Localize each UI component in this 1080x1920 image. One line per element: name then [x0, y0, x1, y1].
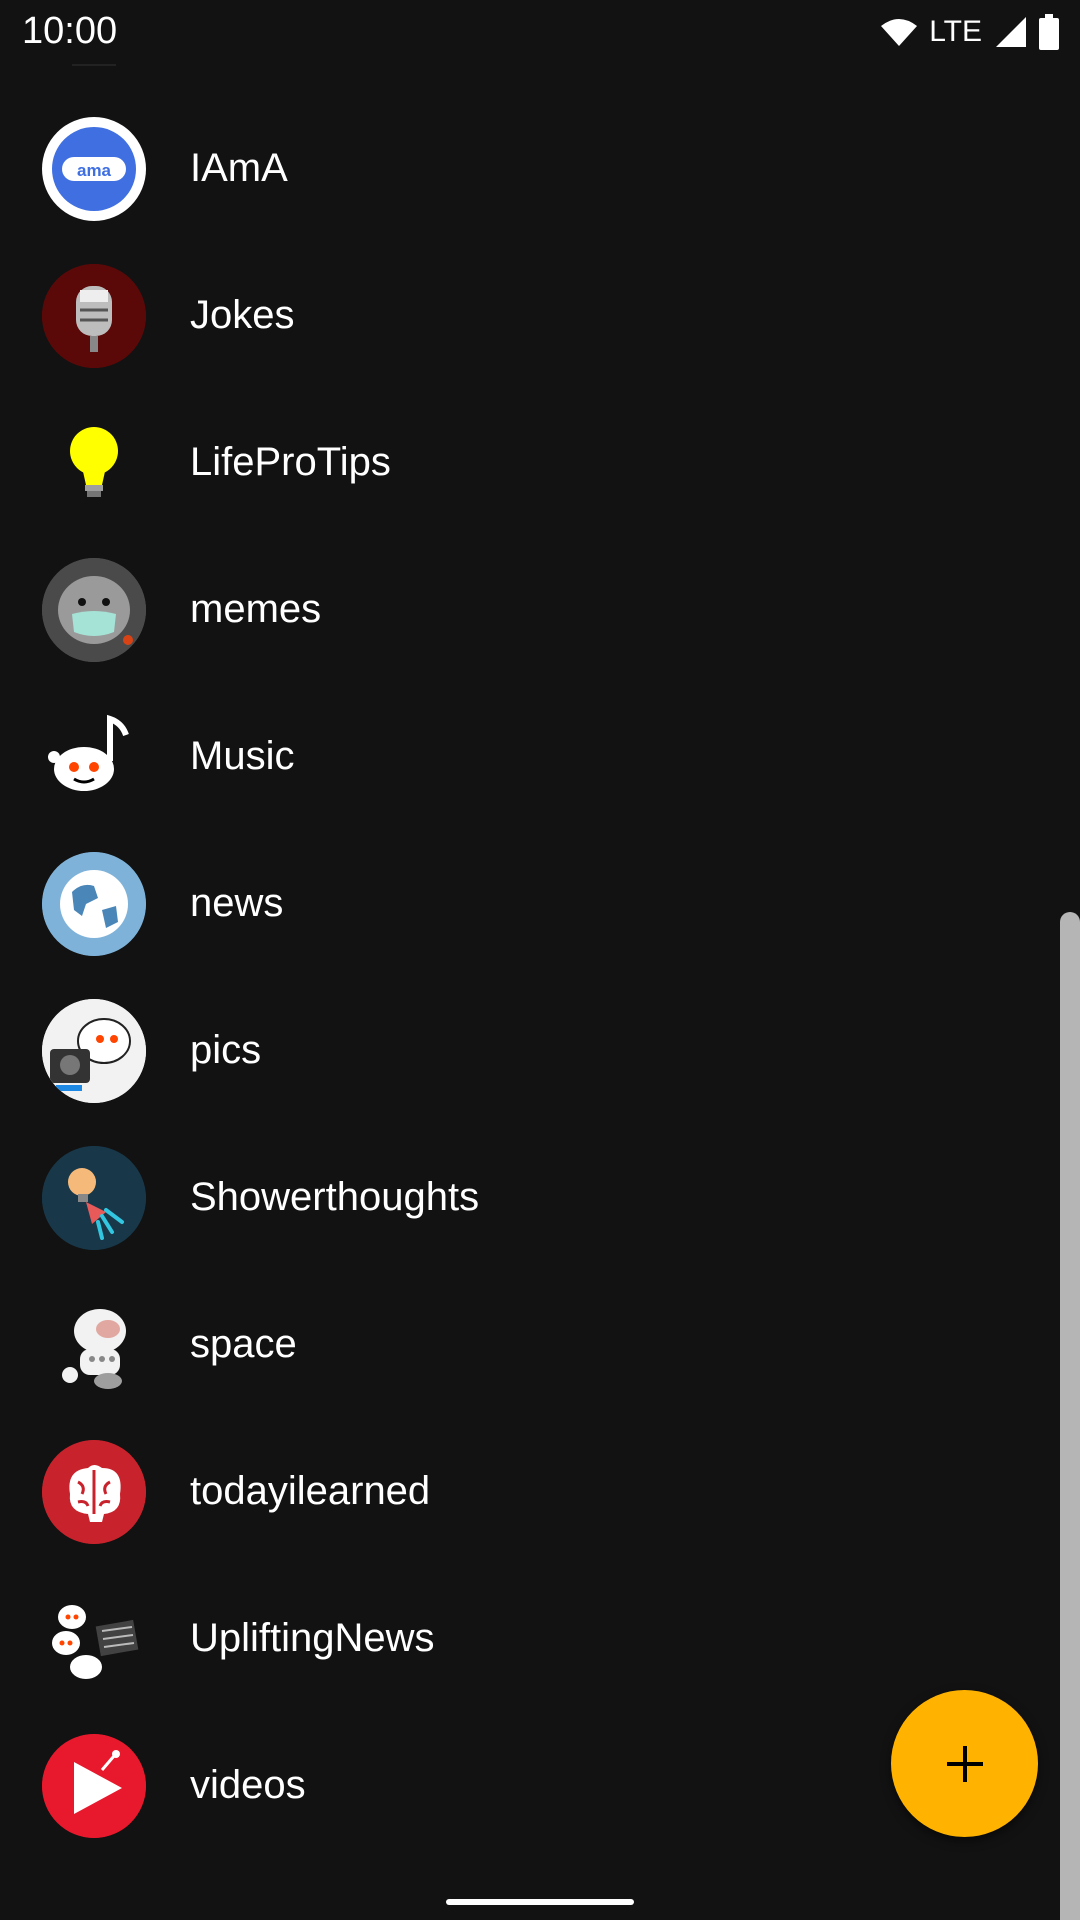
subreddit-name: Jokes: [190, 293, 295, 337]
subreddit-name: memes: [190, 587, 322, 631]
wifi-icon: [881, 19, 918, 46]
subreddit-name: Music: [190, 734, 295, 778]
play-icon: [42, 1733, 146, 1838]
scrollbar[interactable]: [1060, 912, 1080, 1920]
subreddit-row-news[interactable]: news: [0, 830, 1060, 977]
subreddit-name: LifeProTips: [190, 440, 391, 484]
subreddit-name: news: [190, 881, 284, 925]
cat-mask-icon: [42, 557, 146, 662]
microphone-icon: [42, 263, 146, 368]
subreddit-name: IAmA: [190, 146, 288, 190]
status-time: 10:00: [22, 10, 118, 52]
reddit-stack-icon: [42, 1587, 146, 1691]
network-type: LTE: [929, 15, 982, 48]
brain-icon: [42, 1439, 146, 1544]
subreddit-name: space: [190, 1322, 297, 1366]
subreddit-row-music[interactable]: Music: [0, 683, 1060, 830]
lightbulb-icon: [42, 411, 146, 515]
subreddit-row-jokes[interactable]: Jokes: [0, 242, 1060, 389]
subreddit-row-pics[interactable]: pics: [0, 977, 1060, 1124]
subreddit-row-todayilearned[interactable]: todayilearned: [0, 1418, 1060, 1565]
astronaut-icon: [42, 1293, 146, 1397]
signal-icon: [996, 17, 1026, 47]
globe-icon: [42, 851, 146, 956]
shower-bulb-icon: [42, 1145, 146, 1250]
subreddit-row-upliftingnews[interactable]: UpliftingNews: [0, 1565, 1060, 1712]
reddit-camera-icon: [42, 998, 146, 1103]
gesture-nav-bar[interactable]: [446, 1899, 634, 1905]
subreddit-name: UpliftingNews: [190, 1616, 435, 1660]
subreddit-name: todayilearned: [190, 1469, 431, 1513]
subreddit-row-iama[interactable]: ama IAmA: [0, 95, 1060, 242]
status-icons: LTE: [879, 12, 1060, 52]
plus-icon: [946, 1745, 983, 1782]
subreddit-row-memes[interactable]: memes: [0, 536, 1060, 683]
subreddit-name: videos: [190, 1763, 306, 1807]
subreddit-name: pics: [190, 1028, 262, 1072]
add-subreddit-button[interactable]: [891, 1690, 1038, 1837]
svg-text:ama: ama: [77, 161, 112, 180]
subreddit-row-lifeprotips[interactable]: LifeProTips: [0, 389, 1060, 536]
ama-icon: ama: [42, 116, 146, 221]
subreddit-row-space[interactable]: space: [0, 1271, 1060, 1418]
subreddit-row-showerthoughts[interactable]: Showerthoughts: [0, 1124, 1060, 1271]
battery-icon: [1039, 14, 1059, 50]
reddit-music-icon: [42, 705, 146, 809]
subreddit-name: Showerthoughts: [190, 1175, 480, 1219]
